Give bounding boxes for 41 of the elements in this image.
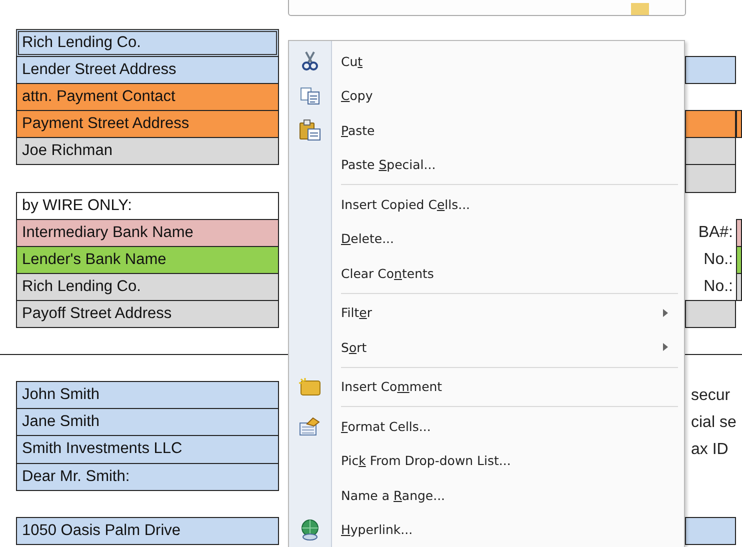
field-label: BA#: xyxy=(698,224,733,242)
table-cell: Joe Richman xyxy=(16,137,279,166)
menu-item[interactable]: Delete... xyxy=(289,222,684,256)
menu-item[interactable]: Pick From Drop-down List... xyxy=(289,444,684,478)
globe-icon xyxy=(299,518,321,541)
table-cell: Rich Lending Co. xyxy=(16,272,279,301)
table-cell: 1050 Oasis Palm Drive xyxy=(16,516,279,545)
table-cell: Dear Mr. Smith: xyxy=(16,462,279,491)
menu-item[interactable]: Paste Special... xyxy=(289,148,684,182)
table-cell: Smith Investments LLC xyxy=(16,435,279,464)
menu-item[interactable]: Insert Copied Cells... xyxy=(289,187,684,222)
table-cell: Intermediary Bank Name xyxy=(16,218,279,247)
scissors-icon xyxy=(302,51,318,72)
cell-text: cial se xyxy=(691,414,736,432)
menu-item[interactable]: Name a Range... xyxy=(289,478,684,512)
menu-item[interactable]: Format Cells... xyxy=(289,409,684,444)
copy-icon xyxy=(300,86,320,105)
menu-item[interactable]: Clear Contents xyxy=(289,256,684,290)
table-cell: Lender Street Address xyxy=(16,56,279,84)
menu-item[interactable]: Cut xyxy=(289,44,684,78)
cell-text: ax ID xyxy=(691,440,728,459)
table-cell: by WIRE ONLY: xyxy=(16,192,279,220)
menu-item[interactable]: Sort xyxy=(289,330,684,364)
cell-text: secur xyxy=(691,386,730,405)
menu-item[interactable]: Paste xyxy=(289,113,684,148)
table-cell: Payoff Street Address xyxy=(16,300,279,328)
input-field[interactable] xyxy=(288,0,686,16)
menu-item[interactable]: Filter xyxy=(289,296,684,330)
table-cell: John Smith xyxy=(16,381,279,410)
menu-item[interactable]: Hyperlink... xyxy=(289,512,684,547)
table-cell: Jane Smith xyxy=(16,408,279,436)
menu-item[interactable]: Copy xyxy=(289,78,684,113)
field-label: No.: xyxy=(704,251,733,270)
table-cell: Rich Lending Co. xyxy=(16,29,279,58)
menu-item[interactable]: Insert Comment xyxy=(289,370,684,404)
table-cell: Lender's Bank Name xyxy=(16,246,279,274)
table-cell: Payment Street Address xyxy=(16,110,279,138)
table-cell: attn. Payment Contact xyxy=(16,83,279,112)
field-label: No.: xyxy=(704,278,733,296)
paste-icon xyxy=(299,119,321,142)
format-cells-icon xyxy=(299,416,321,436)
